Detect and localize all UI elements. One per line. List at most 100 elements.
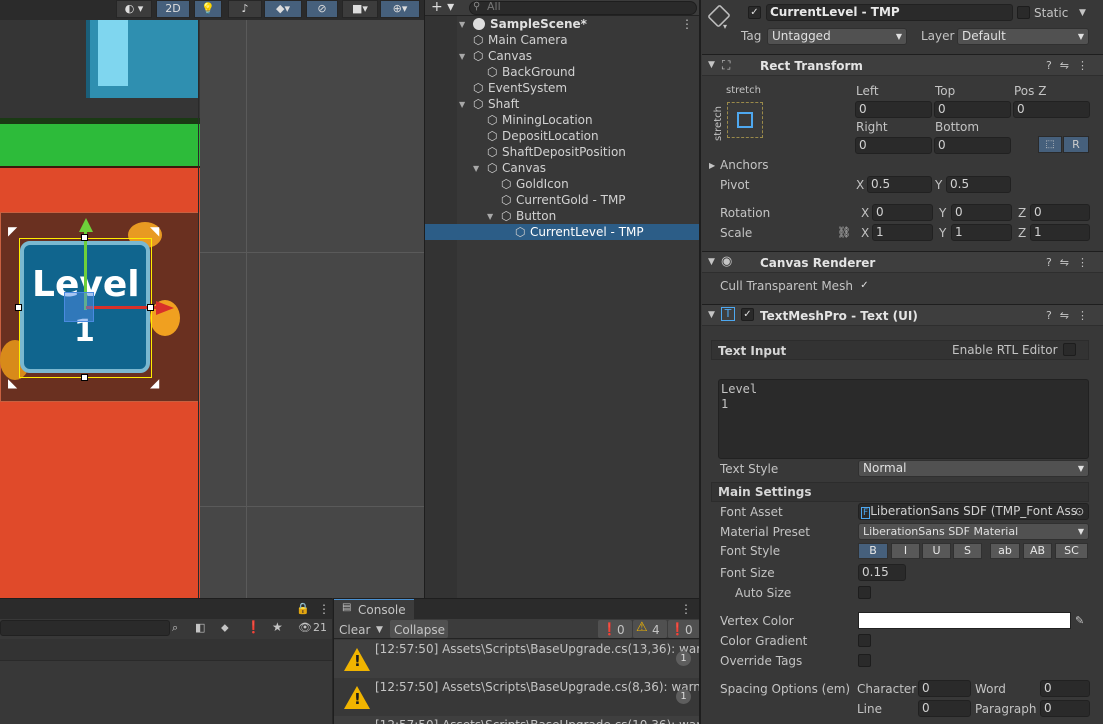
tag-dropdown[interactable]: Untagged ▼ [767, 28, 907, 45]
tmp-header[interactable]: ▼ T ✓ TextMeshPro - Text (UI) ?⇋⋮ [702, 304, 1103, 326]
foldout-arrow-icon[interactable]: ▼ [708, 60, 715, 70]
panel-menu-icon[interactable]: ⋮ [318, 602, 330, 616]
search-by-type-icon[interactable]: ⌕ [172, 621, 178, 635]
hierarchy-item[interactable]: ⬡ Main Camera [425, 32, 699, 48]
camera-settings-icon[interactable]: ■▾ [342, 0, 378, 18]
panel-menu-icon[interactable]: ⋮ [680, 602, 692, 616]
material-preset-dropdown[interactable]: LiberationSans SDF Material ▼ [858, 523, 1089, 540]
rect-handle-b[interactable] [81, 374, 88, 381]
font-style-button[interactable]: B [858, 543, 888, 559]
hierarchy-item[interactable]: ▼ ⬡ Canvas [425, 160, 699, 176]
hierarchy-item[interactable]: ▼ ⬡ Button [425, 208, 699, 224]
font-style-button[interactable]: ab [990, 543, 1020, 559]
hierarchy-item[interactable]: ⬡ CurrentGold - TMP [425, 192, 699, 208]
posz-field[interactable]: 0 [1013, 101, 1090, 118]
anchor-handle-icon[interactable]: ◤ [8, 224, 17, 238]
anchors-label[interactable]: Anchors [720, 158, 769, 172]
rect-transform-header[interactable]: ▼ ⛶ Rect Transform ?⇋⋮ [702, 54, 1103, 76]
auto-size-checkbox[interactable] [858, 586, 871, 599]
font-style-button[interactable]: AB [1023, 543, 1052, 559]
left-field[interactable]: 0 [855, 101, 932, 118]
clear-button[interactable]: Clear [339, 623, 370, 637]
color-gradient-checkbox[interactable] [858, 634, 871, 647]
expand-arrow-icon[interactable]: ▼ [459, 17, 465, 33]
expand-arrow-icon[interactable]: ▼ [473, 161, 479, 177]
tmp-enabled-checkbox[interactable]: ✓ [741, 308, 754, 321]
cull-transparent-mesh-checkbox[interactable]: ✓ [858, 279, 871, 292]
hierarchy-item[interactable]: ⬡ EventSystem [425, 80, 699, 96]
filter-by-label-icon[interactable]: ⬥ [221, 621, 229, 635]
font-style-button[interactable]: SC [1055, 543, 1088, 559]
scene-row[interactable]: ▼ SampleScene* ⋮ [425, 16, 699, 32]
hierarchy-item[interactable]: ⬡ DepositLocation [425, 128, 699, 144]
anchors-foldout-icon[interactable]: ▶ [709, 159, 715, 173]
anchor-handle-icon[interactable]: ◥ [150, 224, 159, 238]
hierarchy-item[interactable]: ⬡ BackGround [425, 64, 699, 80]
scene-view[interactable]: Level 1 ◤ ◥ ◣ ◢ ◐ ▾ 2D 💡 ♪ ◆▾ ⊘ ■▾ ⊕▾ [0, 0, 424, 598]
expand-arrow-icon[interactable]: ▼ [459, 97, 465, 113]
move-gizmo-x-axis[interactable] [86, 306, 156, 309]
hidden-packages-icon[interactable]: 👁 [298, 621, 312, 635]
expand-arrow-icon[interactable]: ▼ [459, 49, 465, 65]
layer-dropdown[interactable]: Default ▼ [957, 28, 1089, 45]
scene-menu-icon[interactable]: ⋮ [681, 16, 693, 32]
hierarchy-item[interactable]: ▼ ⬡ Canvas [425, 48, 699, 64]
line-field[interactable]: 0 [918, 700, 971, 717]
override-tags-checkbox[interactable] [858, 654, 871, 667]
rot-z-field[interactable]: 0 [1030, 204, 1090, 221]
scale-y-field[interactable]: 1 [951, 224, 1012, 241]
clear-options-icon[interactable]: ▼ [376, 623, 383, 637]
eyedropper-icon[interactable]: ✎ [1075, 614, 1084, 628]
console-log-row[interactable]: [12:57:50] Assets\Scripts\BaseUpgrade.cs… [334, 640, 699, 678]
active-checkbox[interactable]: ✓ [748, 6, 761, 19]
static-dropdown-icon[interactable]: ▼ [1079, 6, 1086, 20]
gameobject-icon-dropdown[interactable]: ▾ [723, 20, 727, 34]
rect-handle-tl[interactable] [15, 304, 22, 311]
bottom-field[interactable]: 0 [934, 137, 1011, 154]
object-picker-icon[interactable]: ⊙ [1075, 505, 1084, 519]
hidden-objects-icon[interactable]: ⊘ [306, 0, 338, 18]
move-gizmo-y-arrow[interactable] [79, 218, 93, 232]
component-header-icons[interactable]: ?⇋⋮ [1046, 59, 1096, 72]
hierarchy-item[interactable]: ⬡ CurrentLevel - TMP [425, 224, 699, 240]
font-asset-field[interactable]: F LiberationSans SDF (TMP_Font Ass [858, 503, 1089, 520]
character-field[interactable]: 0 [918, 680, 971, 697]
hierarchy-item[interactable]: ⬡ MiningLocation [425, 112, 699, 128]
log-level-icon[interactable]: ❗ [246, 620, 261, 634]
hierarchy-item[interactable]: ⬡ GoldIcon [425, 176, 699, 192]
2d-toggle-button[interactable]: 2D [156, 0, 190, 18]
canvas-renderer-header[interactable]: ▼ ◉ Canvas Renderer ?⇋⋮ [702, 251, 1103, 273]
filter-by-type-icon[interactable]: ◧ [195, 621, 205, 635]
font-size-field[interactable]: 0.15 [858, 564, 906, 581]
text-style-dropdown[interactable]: Normal ▼ [858, 460, 1089, 477]
raw-edit-button[interactable]: R [1063, 136, 1089, 153]
add-object-button[interactable]: + ▾ [431, 0, 454, 14]
pivot-y-field[interactable]: 0.5 [946, 176, 1011, 193]
expand-arrow-icon[interactable]: ▼ [487, 209, 493, 225]
audio-toggle-icon[interactable]: ♪ [228, 0, 262, 18]
anchor-handle-icon[interactable]: ◢ [150, 376, 159, 390]
lock-icon[interactable]: 🔒 [296, 602, 310, 616]
rot-y-field[interactable]: 0 [951, 204, 1012, 221]
component-header-icons[interactable]: ?⇋⋮ [1046, 309, 1096, 322]
font-style-button[interactable]: S [953, 543, 982, 559]
shading-mode-button[interactable]: ◐ ▾ [116, 0, 152, 18]
foldout-arrow-icon[interactable]: ▼ [708, 257, 715, 267]
hierarchy-search-input[interactable] [469, 1, 697, 15]
word-field[interactable]: 0 [1040, 680, 1090, 697]
vertex-color-swatch[interactable] [858, 612, 1071, 629]
foldout-arrow-icon[interactable]: ▼ [708, 310, 715, 320]
favorites-star-icon[interactable]: ★ [272, 620, 283, 634]
enable-rtl-checkbox[interactable] [1063, 343, 1076, 356]
object-name-field[interactable]: CurrentLevel - TMP [766, 4, 1013, 21]
scale-z-field[interactable]: 1 [1030, 224, 1090, 241]
pivot-x-field[interactable]: 0.5 [867, 176, 932, 193]
blueprint-mode-button[interactable]: ⬚ [1038, 136, 1062, 153]
move-gizmo-x-arrow[interactable] [156, 301, 174, 315]
lighting-toggle-icon[interactable]: 💡 [194, 0, 222, 18]
constrain-proportions-icon[interactable]: ⛓ [837, 226, 851, 240]
scale-x-field[interactable]: 1 [872, 224, 933, 241]
hierarchy-item[interactable]: ▼ ⬡ Shaft [425, 96, 699, 112]
project-search-input[interactable] [0, 620, 170, 636]
paragraph-field[interactable]: 0 [1040, 700, 1090, 717]
